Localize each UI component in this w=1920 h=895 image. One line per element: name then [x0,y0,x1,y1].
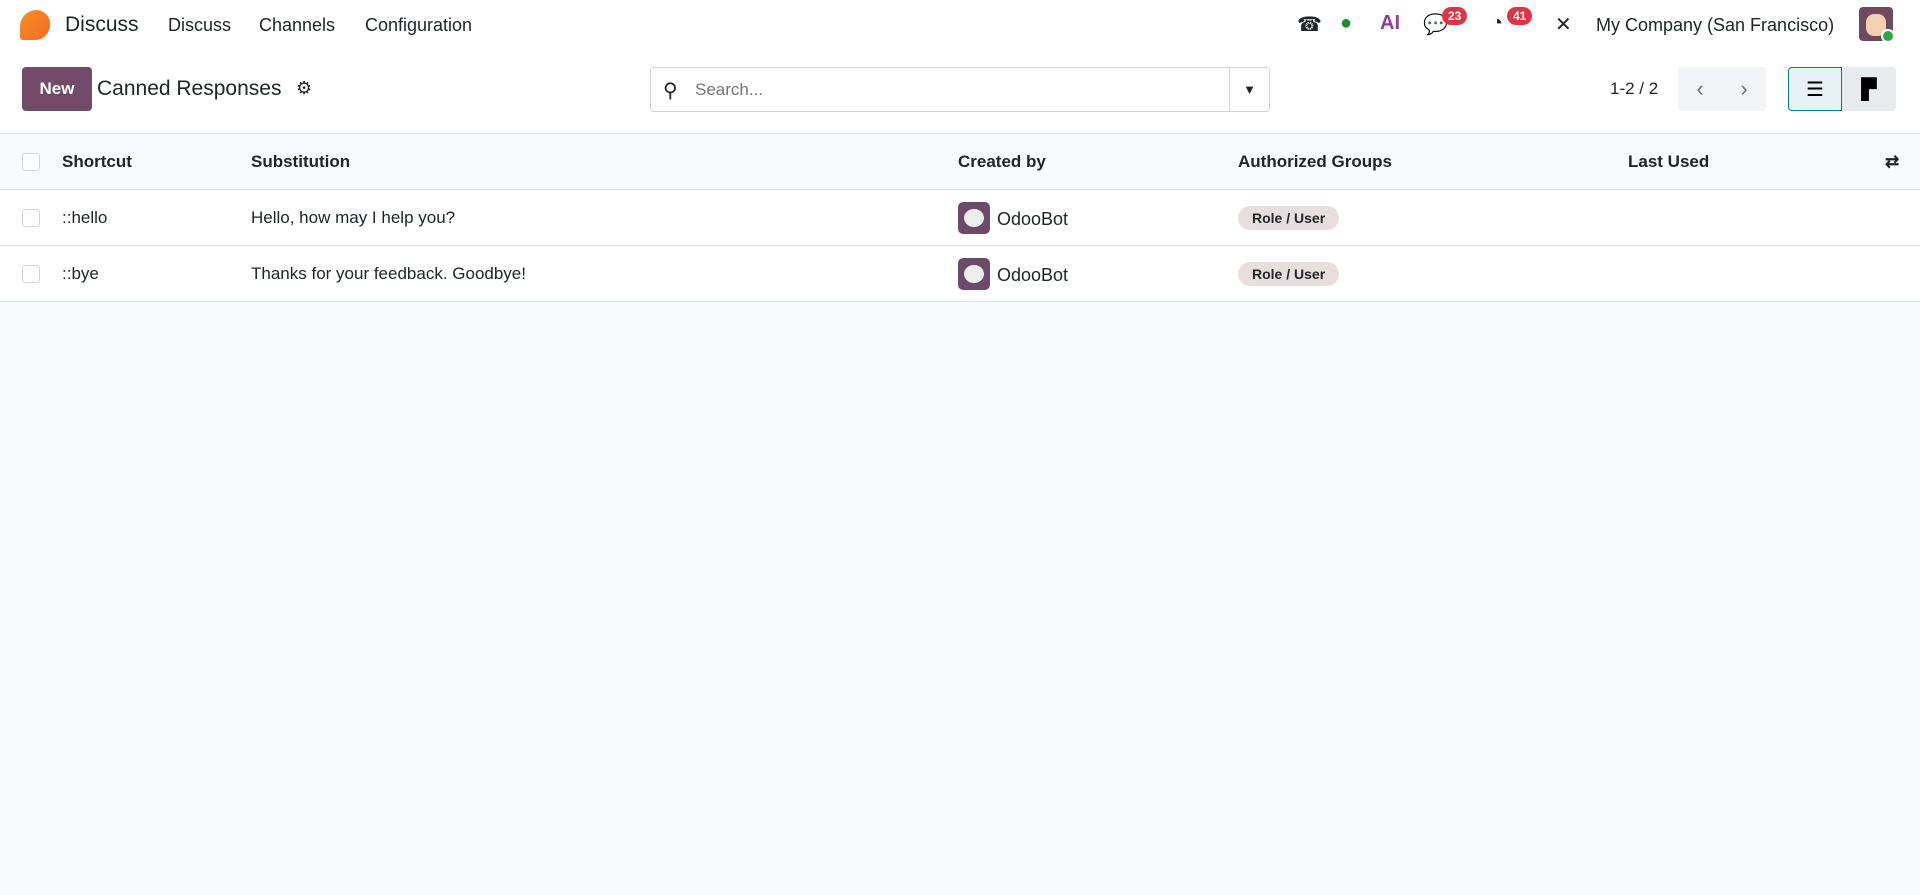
clock-icon[interactable]: ◔ [1491,12,1503,35]
new-button[interactable]: New [22,67,92,111]
created-by-cell: OdooBot [997,209,1069,229]
discuss-logo-icon[interactable] [20,10,50,40]
odoobot-avatar [958,258,990,290]
top-navbar: Discuss Discuss Channels Configuration ☎… [0,0,1920,52]
created-by-cell: OdooBot [997,265,1069,285]
list-view-button[interactable]: ☰ [1788,67,1842,111]
select-all-checkbox[interactable] [22,153,40,171]
control-panel: New Canned Responses ⚙ ⚲ ▼ 1-2 / 2 ‹ › ☰… [0,52,1920,134]
shortcut-cell: ::hello [62,208,108,227]
pager-previous-button[interactable]: ‹ [1678,67,1722,111]
optional-columns-icon[interactable]: ⇄ [1885,152,1899,172]
app-name[interactable]: Discuss [65,13,139,37]
header-substitution[interactable]: Substitution [251,152,350,172]
odoobot-avatar [958,202,990,234]
chat-badge: 23 [1442,7,1468,25]
pager-value[interactable]: 1-2 / 2 [1610,79,1658,99]
globe-icon[interactable]: ● [1340,12,1352,35]
header-last-used[interactable]: Last Used [1628,152,1709,172]
menu-channels[interactable]: Channels [259,15,335,36]
header-created-by[interactable]: Created by [958,152,1046,172]
row-checkbox[interactable] [22,209,40,227]
row-checkbox[interactable] [22,265,40,283]
gear-icon[interactable]: ⚙ [296,78,312,99]
group-tag: Role / User [1238,262,1340,286]
page-title: Canned Responses [97,77,282,100]
list-table: Shortcut Substitution Created by Authori… [0,134,1920,302]
activity-badge: 41 [1507,7,1533,25]
header-authorized-groups[interactable]: Authorized Groups [1238,152,1392,172]
search-bar: ⚲ ▼ [650,67,1270,112]
menu-discuss[interactable]: Discuss [168,15,231,36]
group-tag: Role / User [1238,206,1340,230]
user-avatar[interactable] [1859,7,1893,41]
search-icon: ⚲ [663,80,678,102]
menu-configuration[interactable]: Configuration [365,15,472,36]
ai-icon[interactable]: AI [1380,12,1400,35]
tools-icon[interactable]: ✕ [1555,12,1572,37]
phone-icon[interactable]: ☎ [1297,12,1322,37]
pager-next-button[interactable]: › [1722,67,1766,111]
search-input[interactable] [695,76,1195,104]
table-header: Shortcut Substitution Created by Authori… [0,134,1920,190]
table-row[interactable]: ::hello Hello, how may I help you? OdooB… [0,190,1920,246]
substitution-cell: Thanks for your feedback. Goodbye! [251,264,526,283]
search-options-toggle[interactable]: ▼ [1229,68,1269,111]
kanban-view-button[interactable]: ▛ [1842,67,1896,111]
header-shortcut[interactable]: Shortcut [62,152,132,172]
shortcut-cell: ::bye [62,264,99,283]
substitution-cell: Hello, how may I help you? [251,208,456,227]
table-row[interactable]: ::bye Thanks for your feedback. Goodbye!… [0,246,1920,302]
company-switcher[interactable]: My Company (San Francisco) [1596,15,1834,36]
